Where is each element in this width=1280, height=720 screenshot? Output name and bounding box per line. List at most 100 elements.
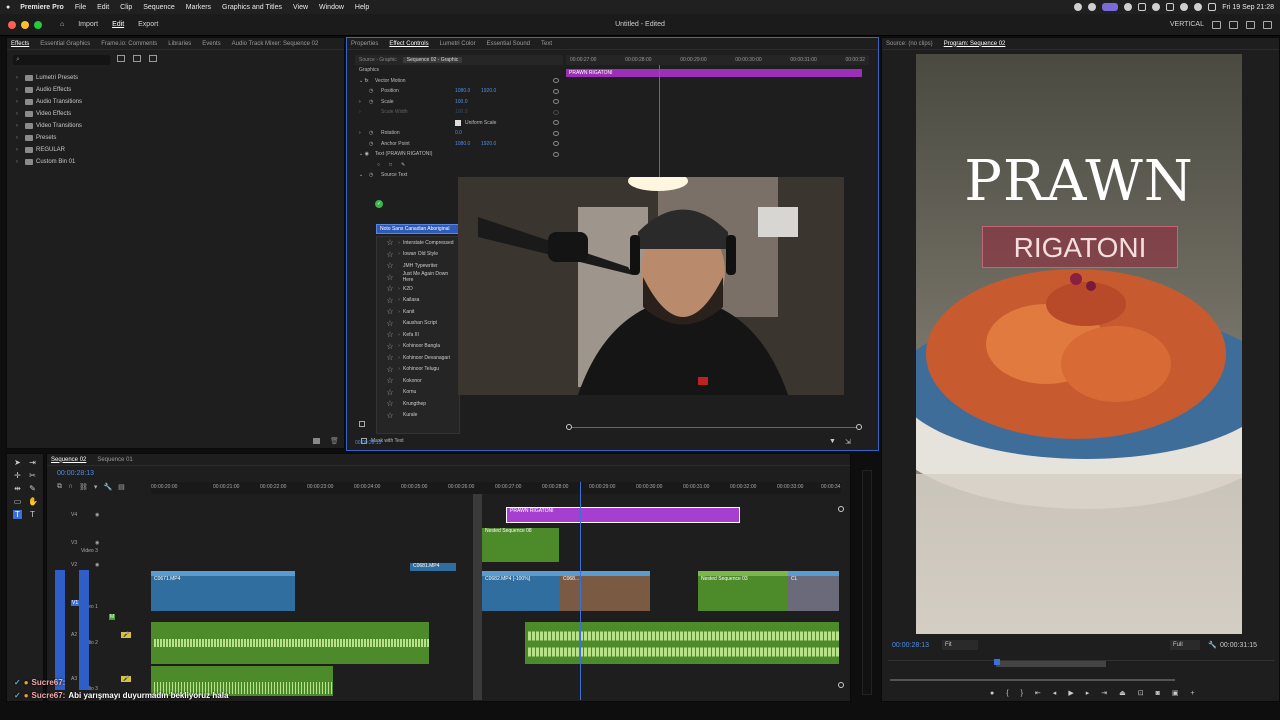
tab-essential-sound[interactable]: Essential Sound	[487, 41, 530, 47]
program-video-frame[interactable]: PRAWN RIGATONI	[916, 54, 1242, 634]
step-forward-icon[interactable]: ▸	[1086, 689, 1090, 697]
favorite-star-icon[interactable]: ☆	[385, 388, 395, 397]
font-item[interactable]: ☆ › K2D	[377, 283, 459, 295]
expand-text-layer[interactable]: ⌄ ◉	[359, 151, 369, 157]
font-item[interactable]: ☆ › Interstate Compressed	[377, 237, 459, 249]
status-diamond-icon[interactable]	[1152, 3, 1161, 11]
expand-font-icon[interactable]: ›	[395, 343, 403, 349]
font-item[interactable]: ☆ › Kohinoor Telugu	[377, 364, 459, 376]
favorite-star-icon[interactable]: ☆	[385, 273, 395, 282]
mask-rect-icon[interactable]: □	[389, 162, 392, 168]
font-item[interactable]: ☆ › Kanit	[377, 306, 459, 318]
status-active-icon[interactable]	[1102, 3, 1119, 11]
add-marker-icon[interactable]: ▾	[94, 483, 98, 491]
ec-zoom-handle-left[interactable]	[566, 424, 572, 430]
go-to-out-icon[interactable]: ⇥	[1101, 689, 1107, 697]
type-tool-icon[interactable]: T	[13, 510, 22, 519]
anchor-x-value[interactable]: 1080.0	[455, 141, 470, 147]
expand-font-icon[interactable]: ›	[395, 286, 403, 292]
stopwatch-icon[interactable]: ◷	[369, 99, 373, 105]
folder-lumetri-presets[interactable]: › Lumetri Presets	[16, 72, 82, 84]
track-header-v3[interactable]: V3 ◉ Video 3	[51, 540, 151, 554]
expand-scale[interactable]: ›	[359, 99, 361, 105]
mute-button[interactable]: M	[109, 614, 116, 620]
favorite-star-icon[interactable]: ☆	[385, 330, 395, 339]
expand-font-icon[interactable]: ›	[395, 332, 403, 338]
hand-tool-icon[interactable]: ✋	[28, 497, 38, 506]
font-item[interactable]: ☆ Just Me Again Down Here	[377, 271, 459, 283]
status-window-icon[interactable]	[1138, 3, 1147, 11]
trash-icon[interactable]: 🗑	[330, 437, 339, 445]
clip-c068x[interactable]: C068...	[560, 571, 650, 611]
font-item[interactable]: ☆ Kokonor	[377, 375, 459, 387]
folder-regular[interactable]: › REGULAR	[16, 144, 82, 156]
reset-icon[interactable]	[553, 99, 559, 105]
subtab-source-graphic[interactable]: Source - Graphic	[359, 57, 397, 63]
subtab-sequence-graphic[interactable]: Sequence 02 - Graphic	[402, 57, 463, 63]
menu-clip[interactable]: Clip	[120, 4, 132, 11]
folder-custom-bin[interactable]: › Custom Bin 01	[16, 156, 82, 168]
expand-source-text[interactable]: ⌄	[359, 172, 363, 178]
source-patch-bar[interactable]	[55, 570, 65, 690]
audio-clip-a2-left[interactable]	[151, 622, 429, 664]
wrench-icon[interactable]: 🔧	[1208, 641, 1217, 649]
snap-icon[interactable]: ∩	[68, 483, 73, 491]
stopwatch-icon[interactable]: ◷	[369, 130, 373, 136]
clip-c0671[interactable]: C0671.MP4	[151, 571, 295, 611]
tab-effects[interactable]: Effects	[11, 41, 29, 47]
tab-sequence-01[interactable]: Sequence 01	[97, 457, 132, 463]
control-center-icon[interactable]	[1208, 3, 1217, 11]
workspace-label[interactable]: VERTICAL	[1170, 21, 1204, 28]
ec-zoom-scrollbar[interactable]	[566, 427, 858, 428]
zoom-fit-dropdown[interactable]: Fit	[942, 640, 978, 650]
track-header-v4[interactable]: V4 ◉	[51, 512, 151, 522]
search-icon[interactable]	[1194, 3, 1203, 11]
mark-out-icon[interactable]: }	[1021, 690, 1023, 697]
expand-vector-motion[interactable]: ⌄ fx	[359, 78, 368, 84]
tab-lumetri-color[interactable]: Lumetri Color	[440, 41, 476, 47]
anchor-y-value[interactable]: 1920.0	[481, 141, 496, 147]
clip-nested-sequence-08[interactable]: Nested Sequence 08	[482, 528, 559, 562]
rotation-value[interactable]: 0.0	[455, 130, 462, 136]
play-icon[interactable]: ▶	[1068, 689, 1073, 697]
menu-markers[interactable]: Markers	[186, 4, 211, 11]
clip-c0681[interactable]: C0681.MP4	[410, 563, 456, 571]
clip-prawn-rigatoni[interactable]: PRAWN RIGATONI	[506, 507, 740, 523]
tab-essential-graphics[interactable]: Essential Graphics	[40, 41, 90, 47]
apple-icon[interactable]: ●	[6, 4, 10, 11]
export-icon[interactable]: ⇲	[845, 438, 851, 446]
folder-audio-effects[interactable]: › Audio Effects	[16, 84, 82, 96]
track-header-a1[interactable]: A1M	[51, 614, 151, 624]
font-item[interactable]: ☆ › Kefa III	[377, 329, 459, 341]
tab-audio-mixer[interactable]: Audio Track Mixer: Sequence 02	[232, 41, 319, 47]
playback-resolution-dropdown[interactable]: Full	[1170, 640, 1200, 650]
tab-sequence-02[interactable]: Sequence 02	[51, 457, 86, 463]
reset-icon[interactable]	[553, 120, 559, 126]
timeline-playhead[interactable]	[580, 482, 581, 700]
stopwatch-icon[interactable]: ◷	[369, 172, 373, 178]
folder-presets[interactable]: › Presets	[16, 132, 82, 144]
in-out-range[interactable]	[996, 661, 1106, 667]
favorite-star-icon[interactable]: ☆	[385, 284, 395, 293]
font-item[interactable]: ☆ › Kailasa	[377, 295, 459, 307]
effects-search-input[interactable]: ⌕	[13, 55, 110, 65]
reset-icon[interactable]	[553, 141, 559, 147]
nav-export[interactable]: Export	[138, 21, 158, 28]
menu-help[interactable]: Help	[355, 4, 369, 11]
battery-icon[interactable]	[1166, 3, 1175, 11]
expand-font-icon[interactable]: ›	[395, 355, 403, 361]
share-icon[interactable]	[1246, 20, 1255, 29]
font-item[interactable]: ☆ › Kohinoor Bangla	[377, 341, 459, 353]
program-playhead[interactable]	[994, 659, 1000, 665]
mark-in-icon[interactable]: {	[1006, 690, 1008, 697]
stopwatch-icon[interactable]: ◷	[369, 88, 373, 94]
ec-time-ruler[interactable]: 00:00:27:00 00:00:28:00 00:00:29:00 00:0…	[566, 55, 869, 65]
favorite-star-icon[interactable]: ☆	[385, 399, 395, 408]
scale-value[interactable]: 100.0	[455, 99, 468, 105]
font-item[interactable]: ☆ Krungthep	[377, 398, 459, 410]
nav-edit[interactable]: Edit	[112, 21, 124, 28]
title-prawn[interactable]: PRAWN	[916, 154, 1242, 210]
fullscreen-icon[interactable]	[1263, 20, 1272, 29]
linked-selection-icon[interactable]: ⛓	[79, 483, 88, 491]
font-item[interactable]: ☆ Kurale	[377, 410, 459, 422]
